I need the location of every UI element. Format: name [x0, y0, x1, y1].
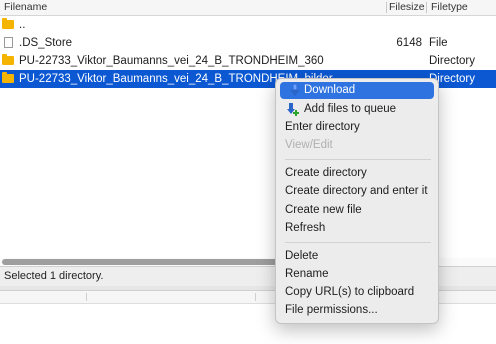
- menu-item-enter-directory[interactable]: Enter directory: [285, 121, 360, 133]
- scrollbar-thumb[interactable]: [2, 259, 282, 265]
- download-icon: [290, 84, 300, 96]
- column-divider[interactable]: [255, 293, 256, 301]
- file-size: 6148: [396, 37, 422, 49]
- file-name: ..: [19, 19, 26, 31]
- file-list-header: Filename Filesize Filetype: [0, 0, 496, 16]
- add-to-queue-icon: [287, 103, 299, 116]
- column-header-filename[interactable]: Filename: [4, 1, 47, 13]
- folder-icon: [2, 72, 14, 83]
- menu-item-create-directory-enter[interactable]: Create directory and enter it: [285, 185, 428, 197]
- file-type: Directory: [429, 55, 476, 67]
- menu-item-view-edit: View/Edit: [285, 139, 333, 151]
- column-header-filetype[interactable]: Filetype: [431, 1, 468, 13]
- column-header-filesize[interactable]: Filesize: [389, 1, 425, 13]
- menu-separator: [285, 242, 431, 243]
- file-icon: [4, 37, 13, 48]
- column-divider[interactable]: [426, 2, 427, 13]
- menu-item-create-directory[interactable]: Create directory: [285, 167, 367, 179]
- menu-item-refresh[interactable]: Refresh: [285, 222, 325, 234]
- menu-item-file-permissions[interactable]: File permissions...: [285, 304, 378, 316]
- menu-item-rename[interactable]: Rename: [285, 268, 328, 280]
- column-divider[interactable]: [86, 293, 87, 301]
- menu-item-delete[interactable]: Delete: [285, 250, 318, 262]
- column-divider[interactable]: [386, 2, 387, 13]
- menu-item-create-new-file[interactable]: Create new file: [285, 204, 362, 216]
- menu-item-copy-url[interactable]: Copy URL(s) to clipboard: [285, 286, 414, 298]
- file-row-parent[interactable]: ..: [0, 16, 496, 34]
- file-name: .DS_Store: [19, 37, 73, 49]
- folder-icon: [2, 18, 14, 29]
- file-name: PU-22733_Viktor_Baumanns_vei_24_B_TRONDH…: [19, 55, 324, 67]
- file-row[interactable]: PU-22733_Viktor_Baumanns_vei_24_B_TRONDH…: [0, 52, 496, 70]
- file-type: File: [429, 37, 448, 49]
- file-row[interactable]: .DS_Store 6148 File: [0, 34, 496, 52]
- menu-item-label: Add files to queue: [304, 103, 397, 115]
- status-text: Selected 1 directory.: [4, 270, 104, 282]
- folder-icon: [2, 54, 14, 65]
- menu-item-download[interactable]: Download: [280, 82, 434, 99]
- menu-item-label: Download: [304, 84, 356, 96]
- context-menu: Download Add files to queue Enter direct…: [275, 78, 439, 324]
- menu-separator: [285, 159, 431, 160]
